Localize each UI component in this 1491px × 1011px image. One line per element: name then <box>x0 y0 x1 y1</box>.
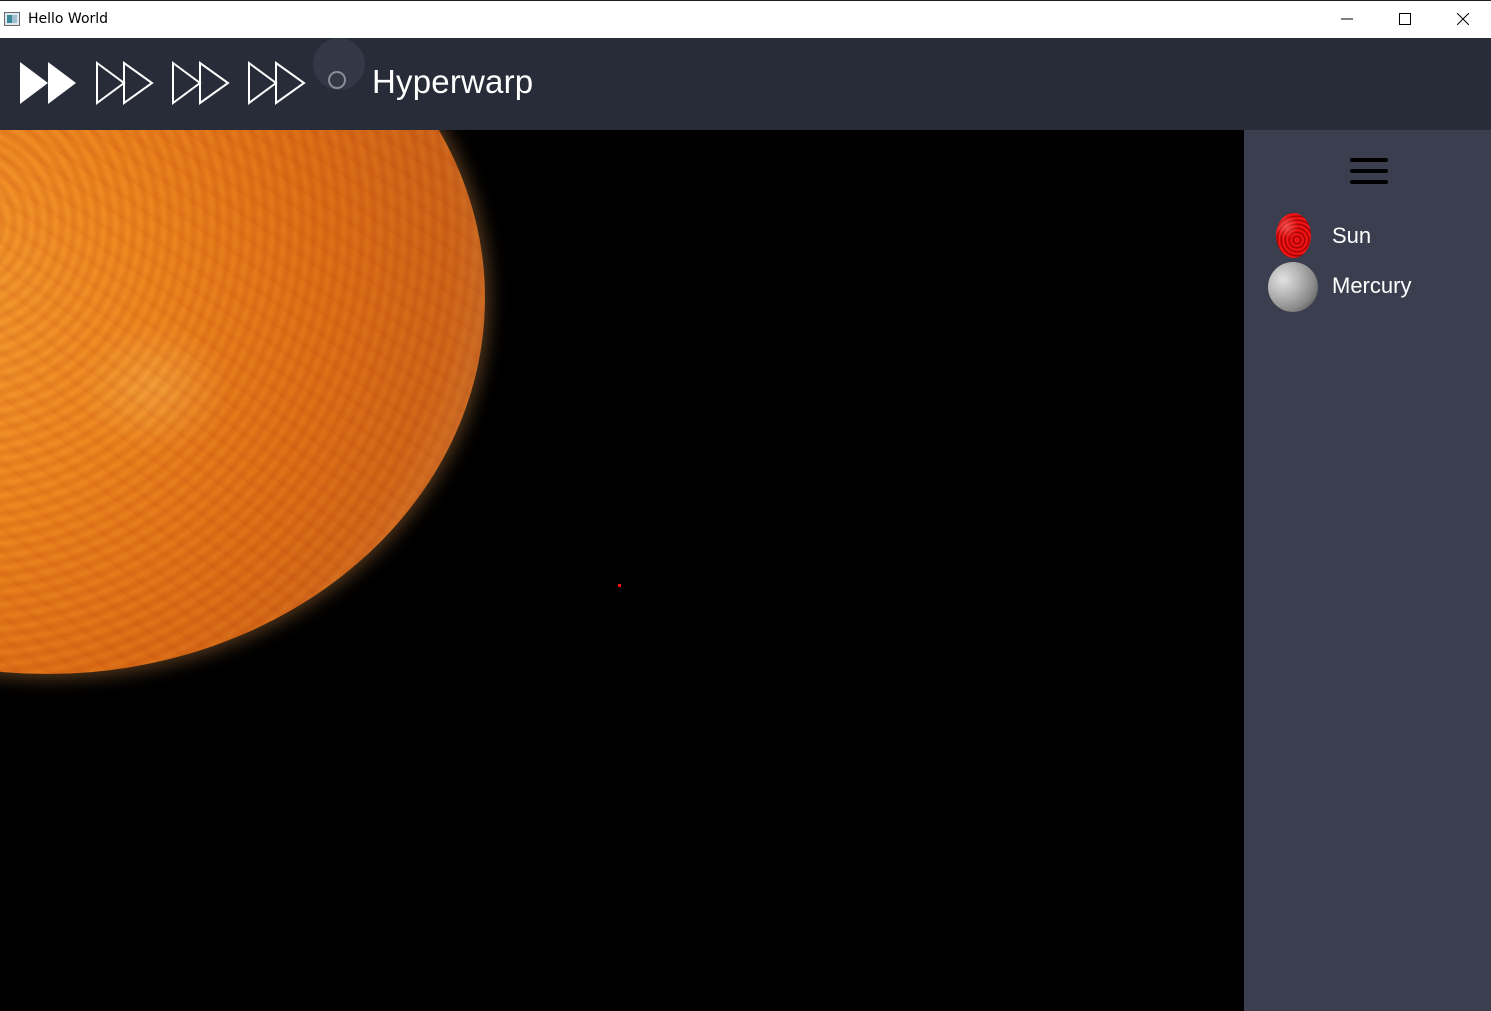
minimize-icon <box>1341 18 1353 20</box>
planet-name: Sun <box>1332 223 1372 248</box>
speed-3-button[interactable] <box>170 60 232 106</box>
window-title: Hello World <box>28 11 109 27</box>
target-marker <box>618 584 621 587</box>
planet-item-mercury[interactable]: Mercury <box>1268 262 1468 312</box>
space-viewport[interactable] <box>0 130 1244 1011</box>
app-icon <box>4 12 20 26</box>
hamburger-menu-icon[interactable] <box>1350 158 1388 184</box>
mercury-thumbnail-icon <box>1268 262 1318 312</box>
fast-forward-filled-icon <box>20 62 76 104</box>
planet-item-sun[interactable]: Sun <box>1268 212 1468 262</box>
speed-4-button[interactable] <box>246 60 308 106</box>
title-bar: Hello World <box>0 0 1491 38</box>
fast-forward-outline-icon <box>172 61 230 105</box>
planet-sidebar: Sun Mercury <box>1244 130 1491 1011</box>
maximize-icon <box>1399 13 1411 25</box>
sun-limb <box>0 130 485 674</box>
fast-forward-outline-icon <box>96 61 154 105</box>
planet-name: Mercury <box>1332 273 1412 298</box>
speed-1-button[interactable] <box>18 60 80 106</box>
hyperwarp-label[interactable]: Hyperwarp <box>372 63 533 101</box>
maximize-button[interactable] <box>1376 1 1434 37</box>
hyperwarp-radio[interactable] <box>328 71 346 89</box>
sun-thumbnail-icon <box>1276 213 1311 258</box>
close-button[interactable] <box>1434 1 1491 37</box>
speed-2-button[interactable] <box>94 60 156 106</box>
fast-forward-outline-icon <box>248 61 306 105</box>
minimize-button[interactable] <box>1318 1 1376 37</box>
toolbar: Hyperwarp <box>0 38 1491 130</box>
close-icon <box>1457 13 1469 25</box>
